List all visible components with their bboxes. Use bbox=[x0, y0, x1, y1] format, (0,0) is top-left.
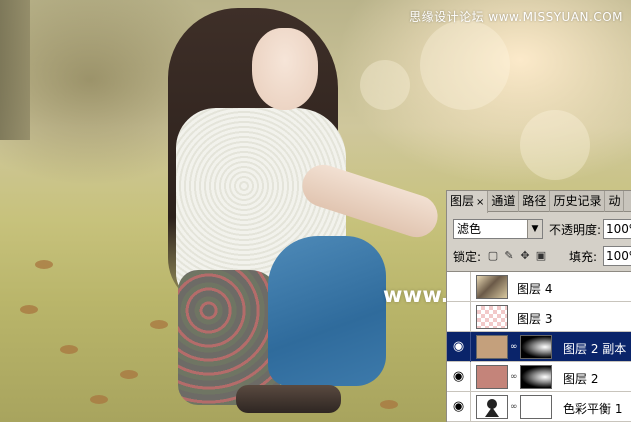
site-watermark: 思缘设计论坛 www.MISSYUAN.COM bbox=[409, 10, 623, 24]
fallen-leaf bbox=[35, 260, 53, 269]
visibility-eye-icon[interactable]: ◉ bbox=[447, 392, 471, 422]
opacity-label: 不透明度: bbox=[549, 223, 602, 237]
layer-name: 图层 2 副本 bbox=[563, 342, 627, 356]
lock-label: 锁定: bbox=[453, 250, 482, 264]
bokeh-light bbox=[360, 60, 410, 110]
visibility-eye-icon[interactable]: ◉ bbox=[447, 332, 471, 362]
layer-thumbnail bbox=[476, 275, 508, 299]
layer-row[interactable]: 图层 4 bbox=[447, 272, 631, 302]
tab-label: 图层 bbox=[450, 194, 475, 208]
tab-paths[interactable]: 路径 bbox=[519, 191, 551, 212]
layer-name: 图层 4 bbox=[517, 282, 553, 296]
layer-thumbnail bbox=[476, 305, 508, 329]
adjustment-layer-icon bbox=[485, 399, 499, 417]
woman-jeans bbox=[268, 236, 386, 386]
visibility-eye-icon[interactable]: ◉ bbox=[447, 362, 471, 392]
fallen-leaf bbox=[120, 370, 138, 379]
blend-mode-value: 滤色 bbox=[457, 222, 482, 236]
layer-row[interactable]: 图层 3 bbox=[447, 302, 631, 332]
layer-row[interactable]: ◉ ∞ 色彩平衡 1 bbox=[447, 392, 631, 422]
tab-channels[interactable]: 通道 bbox=[488, 191, 520, 212]
layer-thumbnail bbox=[476, 335, 508, 359]
layer-mask-thumbnail[interactable] bbox=[520, 365, 552, 389]
woman-face bbox=[252, 28, 318, 110]
bokeh-light bbox=[420, 20, 510, 110]
lock-move-icon[interactable]: ✥ bbox=[519, 249, 531, 262]
layer-name: 色彩平衡 1 bbox=[563, 402, 623, 416]
layer-name: 图层 3 bbox=[517, 312, 553, 326]
layer-thumbnail bbox=[476, 395, 508, 419]
mask-link-icon[interactable]: ∞ bbox=[510, 371, 518, 383]
close-icon[interactable]: × bbox=[476, 197, 484, 208]
lock-icons: ▢ ✎ ✥ ▣ bbox=[487, 249, 547, 262]
lock-row: 锁定: ▢ ✎ ✥ ▣ 填充: 100% bbox=[453, 246, 631, 267]
layer-mask-thumbnail[interactable] bbox=[520, 335, 552, 359]
blend-row: 滤色 ▼ 不透明度: 100% bbox=[453, 219, 631, 241]
layer-name: 图层 2 bbox=[563, 372, 599, 386]
fallen-leaf bbox=[150, 320, 168, 329]
panel-tabs: 图层 × 通道 路径 历史记录 动 bbox=[447, 191, 631, 213]
tab-actions[interactable]: 动 bbox=[605, 191, 625, 212]
fill-label: 填充: bbox=[569, 250, 598, 264]
lock-brush-icon[interactable]: ✎ bbox=[503, 249, 515, 262]
mask-link-icon[interactable]: ∞ bbox=[510, 341, 518, 353]
tab-history[interactable]: 历史记录 bbox=[550, 191, 606, 212]
fallen-leaf bbox=[20, 305, 38, 314]
dropdown-arrow-icon[interactable]: ▼ bbox=[527, 220, 542, 238]
fallen-leaf bbox=[90, 395, 108, 404]
opacity-input[interactable]: 100% bbox=[603, 219, 631, 239]
lock-transparency-icon[interactable]: ▢ bbox=[487, 249, 499, 262]
fallen-leaf bbox=[380, 400, 398, 409]
tab-layers[interactable]: 图层 × bbox=[447, 191, 489, 213]
woman-shoes bbox=[236, 385, 341, 413]
bokeh-light bbox=[520, 110, 590, 180]
blend-mode-select[interactable]: 滤色 ▼ bbox=[453, 219, 543, 239]
lock-all-icon[interactable]: ▣ bbox=[535, 249, 547, 262]
fill-input[interactable]: 100% bbox=[603, 246, 631, 266]
layer-mask-thumbnail[interactable] bbox=[520, 395, 552, 419]
layer-thumbnail bbox=[476, 365, 508, 389]
layers-list: 图层 4 图层 3 ◉ ∞ 图层 2 副本 ◉ ∞ 图层 2 ◉ ∞ 色彩平衡 1 bbox=[447, 271, 631, 422]
layers-panel: 图层× 通道 路径 历史记录 动 滤色 ▼ 不透明度: 100% 锁定: ▢ ✎… bbox=[446, 190, 631, 422]
visibility-eye-icon[interactable] bbox=[447, 302, 471, 332]
mask-link-icon[interactable]: ∞ bbox=[510, 401, 518, 413]
background-pillar bbox=[0, 0, 30, 140]
visibility-eye-icon[interactable] bbox=[447, 272, 471, 302]
fallen-leaf bbox=[60, 345, 78, 354]
layer-row[interactable]: ◉ ∞ 图层 2 副本 bbox=[447, 332, 631, 362]
layer-row[interactable]: ◉ ∞ 图层 2 bbox=[447, 362, 631, 392]
